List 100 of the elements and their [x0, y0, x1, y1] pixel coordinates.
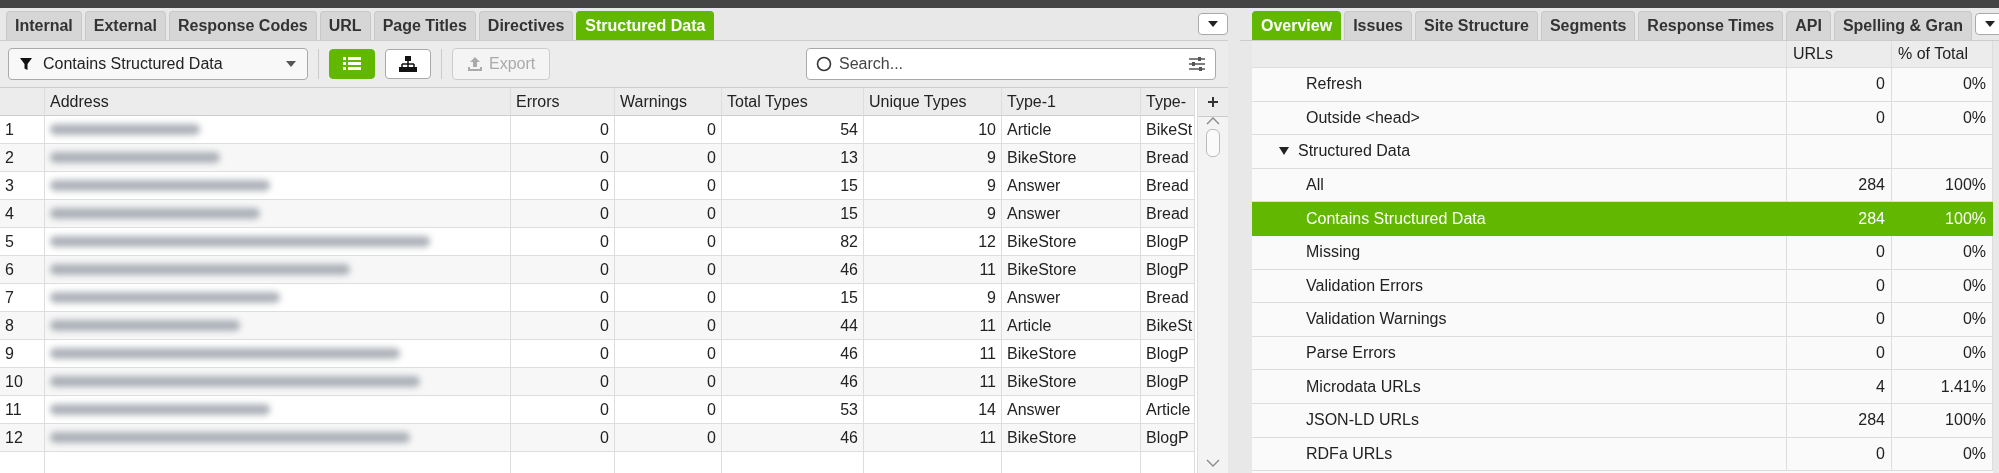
filter-dropdown[interactable]: Contains Structured Data — [8, 48, 308, 80]
table-cell: 0 — [1787, 336, 1892, 371]
table-cell: Article — [1002, 312, 1141, 340]
settings-icon[interactable] — [1188, 56, 1206, 72]
table-cell: 1.41% — [1892, 370, 1993, 404]
tab[interactable]: Response Times — [1638, 11, 1784, 40]
table-cell: BlogP — [1141, 256, 1195, 284]
table-cell: 44 — [722, 312, 864, 340]
tab[interactable]: Page Titles — [373, 11, 476, 40]
add-column-icon[interactable] — [1207, 96, 1219, 108]
table-cell: 11 — [864, 368, 1002, 396]
tree-item[interactable]: Parse Errors — [1252, 336, 1787, 371]
tree-item[interactable]: Structured Data — [1252, 135, 1787, 169]
table-cell: BikeStore — [1002, 368, 1141, 396]
row-number: 10 — [0, 368, 45, 396]
table-cell: BikeStore — [1002, 424, 1141, 452]
table-cell: 11 — [864, 256, 1002, 284]
table-cell: 13 — [722, 144, 864, 172]
hierarchy-icon — [399, 56, 417, 72]
column-header[interactable]: Address — [45, 88, 511, 116]
table-cell: 0% — [1892, 235, 1993, 270]
tree-item[interactable]: Validation Errors — [1252, 269, 1787, 304]
expander-icon[interactable] — [1278, 146, 1290, 157]
tab[interactable]: URL — [319, 11, 371, 40]
tab[interactable]: Issues — [1344, 11, 1412, 40]
table-cell: 11 — [864, 312, 1002, 340]
table-cell: 284 — [1787, 202, 1892, 236]
table-cell: 0 — [1787, 235, 1892, 270]
column-header[interactable]: Errors — [511, 88, 615, 116]
search-field[interactable]: Search... — [806, 48, 1216, 80]
caret-icon — [285, 60, 297, 68]
table-cell: 0 — [1787, 303, 1892, 337]
scroll-up-icon[interactable] — [1206, 117, 1220, 125]
filter-icon — [19, 57, 33, 71]
table-cell: 46 — [722, 368, 864, 396]
tree-item[interactable]: Refresh — [1252, 68, 1787, 102]
tab[interactable]: API — [1786, 11, 1831, 40]
table-cell: 0 — [511, 144, 615, 172]
table-cell: 9 — [864, 144, 1002, 172]
table-cell: 100% — [1892, 403, 1993, 438]
column-header[interactable]: Type-1 — [1002, 88, 1141, 116]
table-cell: 0% — [1892, 336, 1993, 371]
table-cell: BikeStore — [1002, 144, 1141, 172]
table-cell: 0 — [1787, 68, 1892, 102]
table-cell: 0 — [615, 144, 722, 172]
table-cell: BlogP — [1141, 424, 1195, 452]
table-cell: 4 — [1787, 370, 1892, 404]
column-header[interactable]: % of Total — [1892, 41, 1993, 68]
scrollbar-thumb[interactable] — [1206, 129, 1220, 157]
table-cell: 46 — [722, 424, 864, 452]
table-cell: 0% — [1892, 437, 1993, 472]
column-header[interactable]: URLs — [1787, 41, 1892, 68]
table-cell: 0 — [615, 368, 722, 396]
row-number: 2 — [0, 144, 45, 172]
table-cell: 0 — [511, 256, 615, 284]
table-cell: 0 — [511, 424, 615, 452]
tree-view-button[interactable] — [385, 49, 431, 79]
table-cell: 0 — [511, 312, 615, 340]
table-cell: Bread — [1141, 200, 1195, 228]
table-cell: 0% — [1892, 269, 1993, 304]
table-cell: 11 — [864, 424, 1002, 452]
tab[interactable]: External — [84, 11, 166, 40]
upload-icon — [467, 56, 483, 72]
column-header[interactable]: Unique Types — [864, 88, 1002, 116]
table-cell: 100% — [1892, 202, 1993, 236]
table-cell: BikeSt — [1141, 312, 1195, 340]
tree-item[interactable]: Microdata URLs — [1252, 370, 1787, 404]
tab[interactable]: Segments — [1540, 11, 1636, 40]
table-cell: 9 — [864, 200, 1002, 228]
table-cell: 0 — [615, 312, 722, 340]
row-number: 12 — [0, 424, 45, 452]
tree-item[interactable]: Outside <head> — [1252, 101, 1787, 136]
tab-menu-button[interactable] — [1974, 13, 1999, 35]
tab[interactable]: Spelling & Gran — [1833, 11, 1972, 40]
tab[interactable]: Directives — [478, 11, 574, 40]
column-header[interactable]: Total Types — [722, 88, 864, 116]
table-cell: 0 — [1787, 437, 1892, 472]
tab-menu-button[interactable] — [1198, 13, 1228, 35]
column-header[interactable]: Warnings — [615, 88, 722, 116]
row-number: 8 — [0, 312, 45, 340]
list-icon — [343, 57, 361, 71]
tree-item[interactable]: JSON-LD URLs — [1252, 403, 1787, 438]
tab[interactable]: Internal — [6, 11, 82, 40]
tree-item[interactable]: Validation Warnings — [1252, 303, 1787, 337]
scroll-down-icon[interactable] — [1206, 459, 1220, 467]
table-cell: 284 — [1787, 403, 1892, 438]
table-cell: Bread — [1141, 144, 1195, 172]
table-cell: 15 — [722, 200, 864, 228]
tab[interactable]: Site Structure — [1414, 11, 1538, 40]
tree-item[interactable]: Missing — [1252, 235, 1787, 270]
table-cell: 0 — [1787, 269, 1892, 304]
column-header[interactable]: Type- — [1141, 88, 1195, 116]
table-cell: 0 — [511, 368, 615, 396]
row-number: 6 — [0, 256, 45, 284]
table-cell: 0 — [615, 256, 722, 284]
table-cell: 0% — [1892, 68, 1993, 102]
tree-item[interactable]: RDFa URLs — [1252, 437, 1787, 472]
table-cell: 0 — [615, 200, 722, 228]
table-cell: 0% — [1892, 101, 1993, 136]
tab[interactable]: Response Codes — [168, 11, 317, 40]
